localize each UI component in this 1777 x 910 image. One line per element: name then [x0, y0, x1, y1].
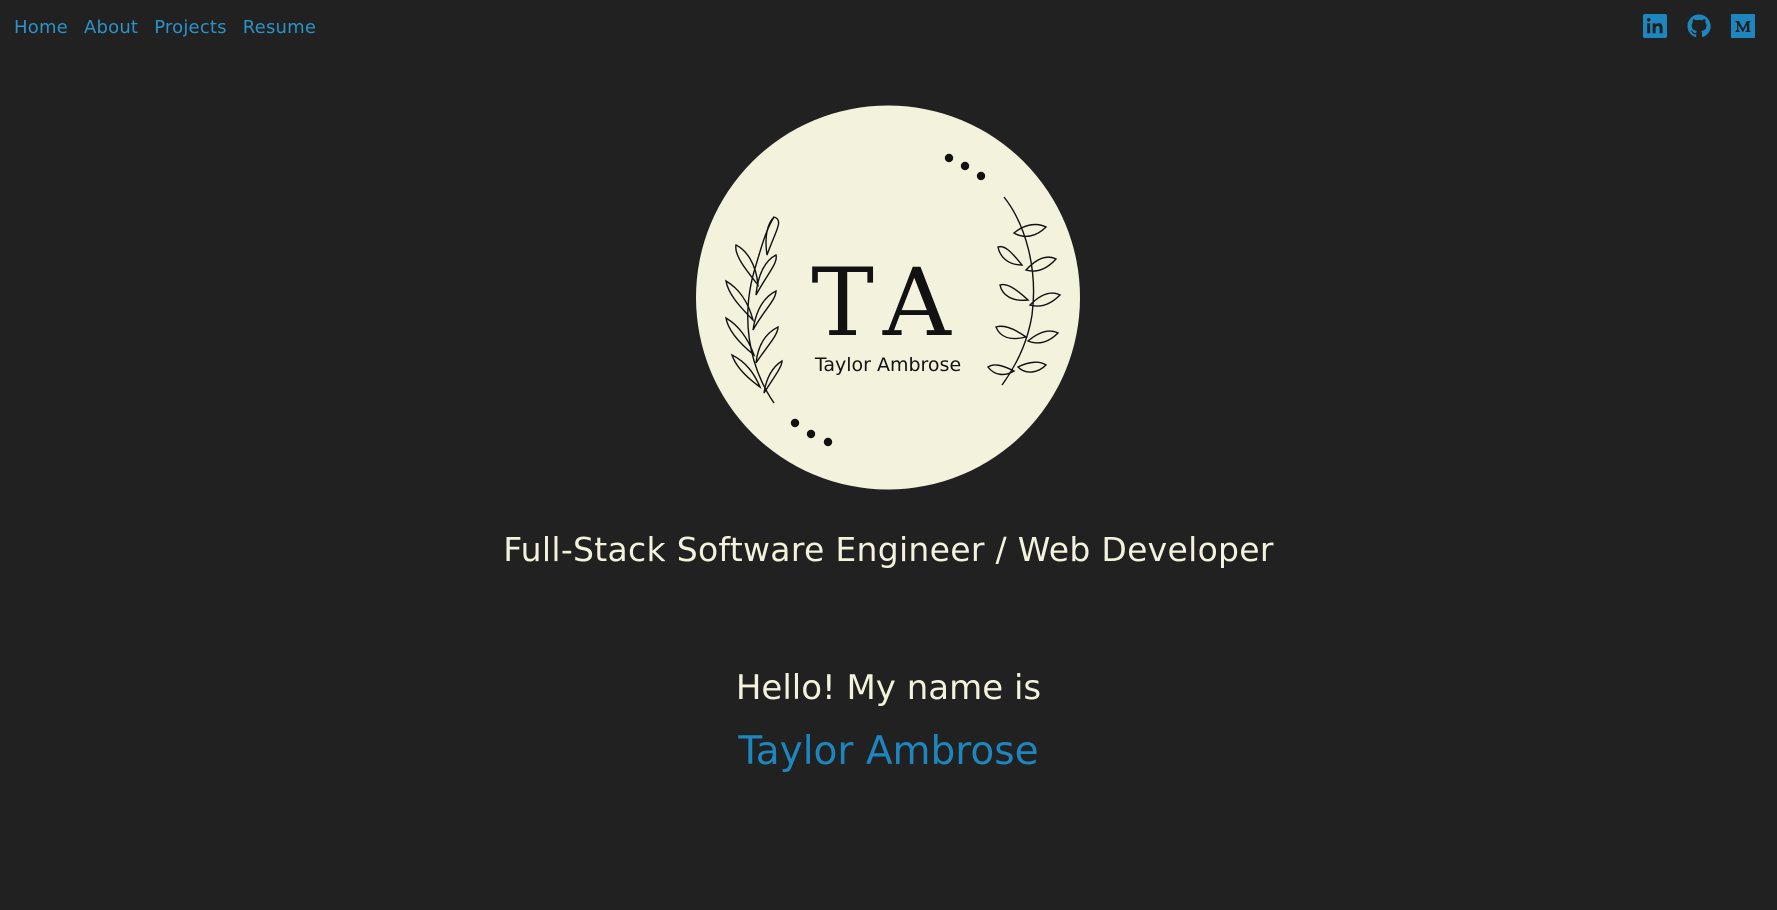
logo: TA Taylor Ambrose — [696, 105, 1080, 490]
nav-link-projects[interactable]: Projects — [154, 17, 227, 38]
nav-links: Home About Projects Resume — [14, 17, 316, 38]
medium-icon[interactable] — [1731, 14, 1755, 38]
logo-name: Taylor Ambrose — [814, 354, 961, 376]
nav-link-about[interactable]: About — [84, 17, 138, 38]
hello-greeting: Hello! My name is — [735, 668, 1042, 708]
top-navigation: Home About Projects Resume — [0, 0, 1777, 58]
nav-link-home[interactable]: Home — [14, 17, 68, 38]
logo-monogram: TA — [811, 249, 964, 358]
github-icon[interactable] — [1687, 14, 1711, 38]
logo-badge: TA Taylor Ambrose — [696, 105, 1080, 490]
linkedin-icon[interactable] — [1643, 14, 1667, 38]
hero-name: Taylor Ambrose — [738, 729, 1039, 774]
nav-link-resume[interactable]: Resume — [243, 17, 316, 38]
job-title-tagline: Full-Stack Software Engineer / Web Devel… — [503, 530, 1274, 569]
social-links — [1643, 14, 1755, 38]
